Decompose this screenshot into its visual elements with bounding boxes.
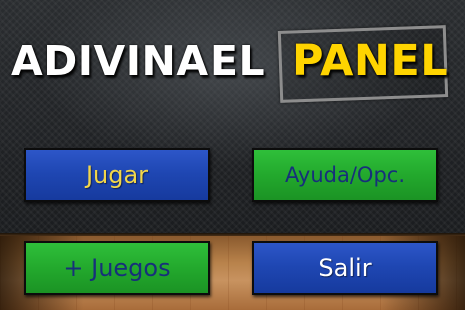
title-word-panel: PANEL: [292, 36, 449, 86]
exit-button-label: Salir: [318, 254, 372, 282]
main-menu-screen: ADIVINA EL PANEL Jugar Ayuda/Opc. + Jueg…: [0, 0, 465, 310]
exit-button[interactable]: Salir: [252, 241, 438, 295]
play-button-label: Jugar: [85, 161, 149, 189]
more-games-button[interactable]: + Juegos: [24, 241, 210, 295]
help-options-button[interactable]: Ayuda/Opc.: [252, 148, 438, 202]
title-word-el: EL: [210, 37, 266, 85]
help-options-button-label: Ayuda/Opc.: [284, 163, 406, 187]
title-word-adivina: ADIVINA: [11, 37, 209, 85]
more-games-button-label: + Juegos: [63, 254, 171, 282]
play-button[interactable]: Jugar: [24, 148, 210, 202]
